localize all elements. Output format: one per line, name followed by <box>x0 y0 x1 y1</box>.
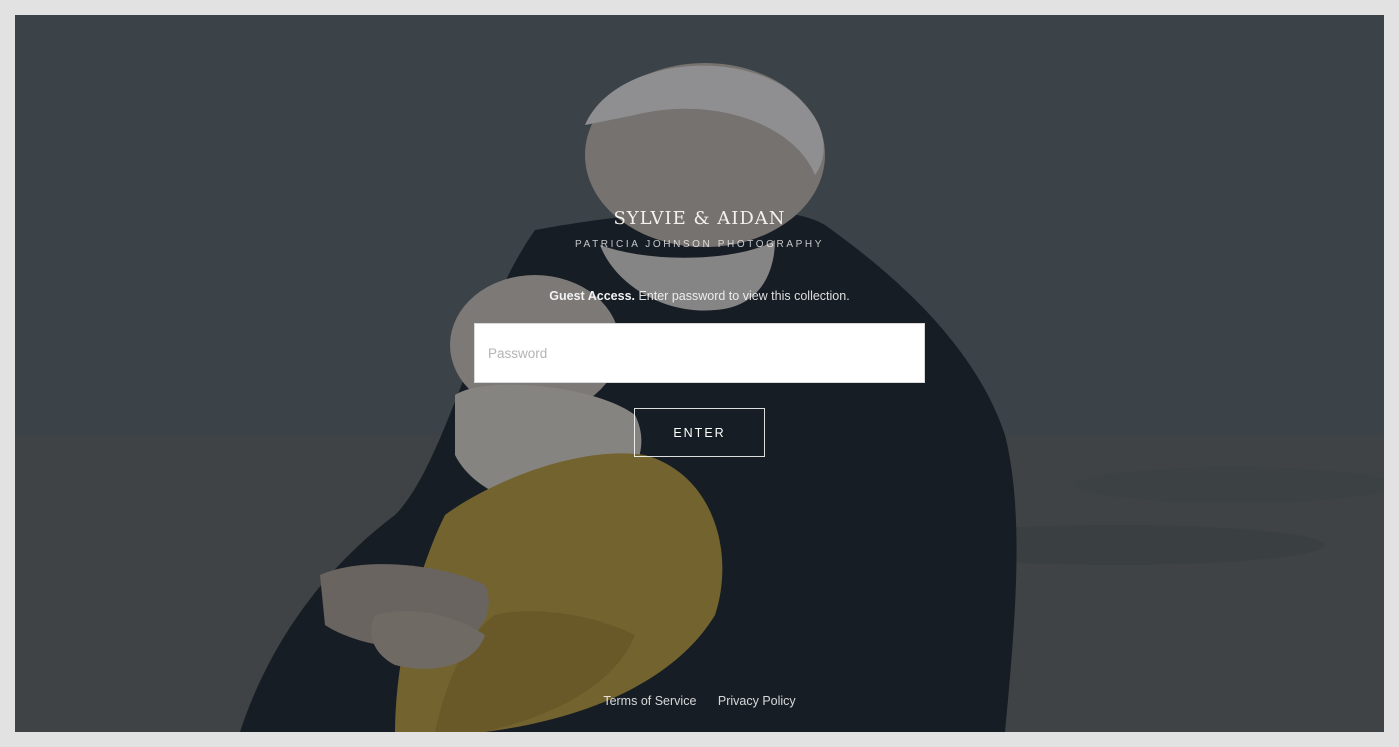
login-screen: SYLVIE & AIDAN PATRICIA JOHNSON PHOTOGRA… <box>15 15 1384 732</box>
access-instructions: Enter password to view this collection. <box>635 289 850 303</box>
password-input[interactable] <box>474 323 925 383</box>
login-form: SYLVIE & AIDAN PATRICIA JOHNSON PHOTOGRA… <box>15 15 1384 732</box>
privacy-policy-link[interactable]: Privacy Policy <box>718 694 796 708</box>
photographer-name: PATRICIA JOHNSON PHOTOGRAPHY <box>575 239 824 250</box>
access-label: Guest Access. <box>549 289 635 303</box>
access-message: Guest Access. Enter password to view thi… <box>15 289 1384 303</box>
enter-button[interactable]: ENTER <box>634 408 765 457</box>
footer-links: Terms of Service Privacy Policy <box>15 694 1384 708</box>
terms-of-service-link[interactable]: Terms of Service <box>603 694 696 708</box>
gallery-title: SYLVIE & AIDAN <box>613 208 786 229</box>
